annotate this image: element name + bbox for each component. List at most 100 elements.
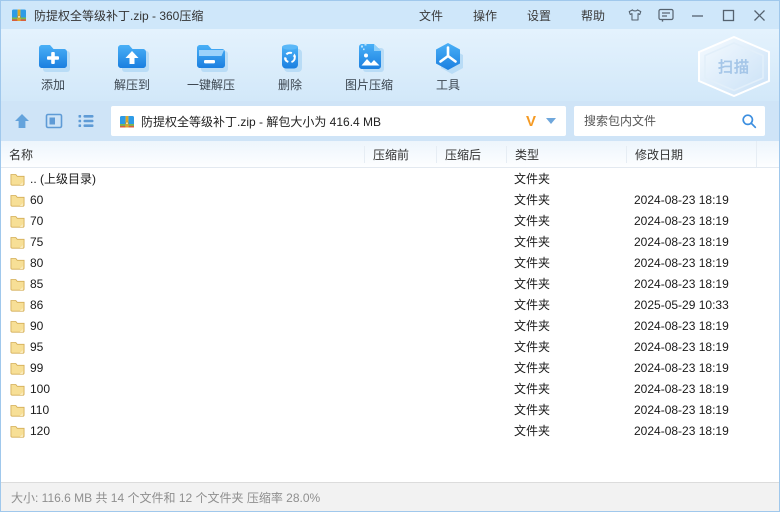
app-window: 防提权全等级补丁.zip - 360压缩 文件 操作 设置 帮助 添加 解压到 … xyxy=(0,0,780,512)
thumbnail-view-icon[interactable] xyxy=(45,112,63,130)
menu-settings[interactable]: 设置 xyxy=(527,7,551,24)
file-type: 文件夹 xyxy=(514,277,551,291)
file-name: 110 xyxy=(30,402,50,417)
file-date: 2024-08-23 18:19 xyxy=(634,234,729,249)
titlebar: 防提权全等级补丁.zip - 360压缩 文件 操作 设置 帮助 xyxy=(1,1,779,29)
file-date: 2024-08-23 18:19 xyxy=(634,381,729,396)
extract-to-button[interactable]: 解压到 xyxy=(100,37,164,93)
scan-label: 扫描 xyxy=(718,58,750,76)
toolbar-label: 添加 xyxy=(40,78,65,92)
file-name: 70 xyxy=(30,213,44,228)
file-date: 2024-08-23 18:19 xyxy=(634,213,729,228)
file-date: 2024-08-23 18:19 xyxy=(634,192,729,207)
window-title: 防提权全等级补丁.zip - 360压缩 xyxy=(34,8,204,23)
feedback-icon[interactable] xyxy=(658,7,674,23)
file-name: 90 xyxy=(30,318,44,333)
file-name: 100 xyxy=(30,381,51,396)
table-row[interactable]: 75 文件夹 2024-08-23 18:19 xyxy=(1,231,779,252)
trash-icon xyxy=(272,37,308,75)
column-type[interactable]: 类型 xyxy=(506,145,626,163)
file-type: 文件夹 xyxy=(514,424,551,438)
file-date: 2024-08-23 18:19 xyxy=(634,402,729,417)
scan-shield-badge[interactable]: 扫描 xyxy=(695,35,773,98)
file-date: 2024-08-23 18:19 xyxy=(634,339,729,354)
table-row[interactable]: 86 文件夹 2025-05-29 10:33 xyxy=(1,294,779,315)
navbar: 防提权全等级补丁.zip - 解包大小为 416.4 MB V xyxy=(1,101,779,141)
shirt-icon[interactable] xyxy=(627,7,643,23)
table-row[interactable]: 95 文件夹 2024-08-23 18:19 xyxy=(1,336,779,357)
statusbar: 大小: 116.6 MB 共 14 个文件和 12 个文件夹 压缩率 28.0% xyxy=(1,482,779,511)
folder-icon xyxy=(10,403,25,417)
search-input[interactable] xyxy=(582,113,741,129)
up-icon[interactable] xyxy=(13,112,31,130)
vip-badge[interactable]: V xyxy=(526,113,536,130)
folder-icon xyxy=(10,424,25,438)
table-row[interactable]: 60 文件夹 2024-08-23 18:19 xyxy=(1,189,779,210)
image-file-icon xyxy=(351,37,387,75)
menu-help[interactable]: 帮助 xyxy=(581,7,605,24)
folder-icon xyxy=(10,298,25,312)
list-view-icon[interactable] xyxy=(77,112,95,130)
column-before[interactable]: 压缩前 xyxy=(364,145,436,163)
toolbar-label: 一键解压 xyxy=(186,78,235,92)
folder-icon xyxy=(10,319,25,333)
folder-icon xyxy=(10,214,25,228)
one-click-extract-button[interactable]: 一键解压 xyxy=(179,37,243,93)
folder-icon xyxy=(10,235,25,249)
zip-file-icon xyxy=(119,113,135,129)
table-row[interactable]: .. (上级目录) 文件夹 xyxy=(1,168,779,189)
tools-cube-icon xyxy=(430,37,466,75)
file-type: 文件夹 xyxy=(514,298,551,312)
folder-icon xyxy=(10,193,25,207)
delete-button[interactable]: 删除 xyxy=(258,37,322,93)
file-type: 文件夹 xyxy=(514,340,551,354)
file-type: 文件夹 xyxy=(514,214,551,228)
menu-file[interactable]: 文件 xyxy=(419,7,443,24)
table-row[interactable]: 100 文件夹 2024-08-23 18:19 xyxy=(1,378,779,399)
file-type: 文件夹 xyxy=(514,361,551,375)
file-date: 2024-08-23 18:19 xyxy=(634,318,729,333)
tools-button[interactable]: 工具 xyxy=(416,37,480,93)
file-name: 75 xyxy=(30,234,44,249)
table-row[interactable]: 70 文件夹 2024-08-23 18:19 xyxy=(1,210,779,231)
file-type: 文件夹 xyxy=(514,319,551,333)
column-name[interactable]: 名称 xyxy=(1,146,364,163)
file-date: 2025-05-29 10:33 xyxy=(634,297,729,312)
file-name: 60 xyxy=(30,192,44,207)
table-row[interactable]: 85 文件夹 2024-08-23 18:19 xyxy=(1,273,779,294)
address-bar[interactable]: 防提权全等级补丁.zip - 解包大小为 416.4 MB V xyxy=(111,106,566,136)
menubar: 文件 操作 设置 帮助 xyxy=(419,7,605,24)
toolbar-label: 图片压缩 xyxy=(344,78,393,92)
folder-icon xyxy=(10,382,25,396)
menu-operation[interactable]: 操作 xyxy=(473,7,497,24)
table-row[interactable]: 99 文件夹 2024-08-23 18:19 xyxy=(1,357,779,378)
table-row[interactable]: 120 文件夹 2024-08-23 18:19 xyxy=(1,420,779,441)
column-after[interactable]: 压缩后 xyxy=(436,145,506,163)
add-button[interactable]: 添加 xyxy=(21,37,85,93)
file-date: 2024-08-23 18:19 xyxy=(634,276,729,291)
toolbar-label: 工具 xyxy=(435,78,460,92)
file-type: 文件夹 xyxy=(514,256,551,270)
close-icon[interactable] xyxy=(751,7,767,23)
folder-icon xyxy=(10,340,25,354)
extract-folder-icon xyxy=(114,37,150,75)
table-row[interactable]: 80 文件夹 2024-08-23 18:19 xyxy=(1,252,779,273)
column-date[interactable]: 修改日期 xyxy=(626,145,756,163)
file-type: 文件夹 xyxy=(514,382,551,396)
file-type: 文件夹 xyxy=(514,235,551,249)
image-compress-button[interactable]: 图片压缩 xyxy=(337,37,401,93)
file-list: .. (上级目录) 文件夹 60 文件夹 2024-08-23 18:19 70… xyxy=(1,168,779,482)
file-date: 2024-08-23 18:19 xyxy=(634,423,729,438)
folder-icon xyxy=(10,256,25,270)
add-folder-icon xyxy=(35,37,71,75)
minimize-icon[interactable] xyxy=(689,7,705,23)
toolbar-label: 删除 xyxy=(277,78,302,92)
search-icon[interactable] xyxy=(741,113,757,129)
table-row[interactable]: 90 文件夹 2024-08-23 18:19 xyxy=(1,315,779,336)
maximize-icon[interactable] xyxy=(720,7,736,23)
file-name: 99 xyxy=(30,360,44,375)
file-type: 文件夹 xyxy=(514,403,551,417)
table-row[interactable]: 110 文件夹 2024-08-23 18:19 xyxy=(1,399,779,420)
chevron-down-icon[interactable] xyxy=(546,118,556,124)
file-name: 80 xyxy=(30,255,44,270)
